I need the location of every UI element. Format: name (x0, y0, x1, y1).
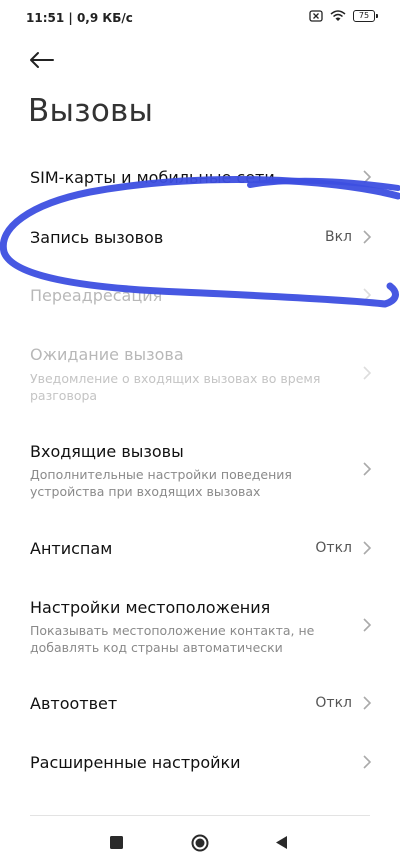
wifi-icon (330, 10, 346, 22)
row-title: Настройки местоположения (30, 598, 271, 617)
row-title: Антиспам (30, 539, 113, 558)
row-title: Переадресация (30, 286, 163, 305)
call-waiting-item[interactable]: Ожидание вызова Уведомление о входящих в… (0, 328, 400, 408)
divider (30, 815, 370, 816)
antispam-item[interactable]: Антиспам Откл (0, 520, 400, 576)
location-settings-item[interactable]: Настройки местоположения Показывать мест… (0, 580, 400, 664)
row-subtitle: Дополнительные настройки поведения устро… (30, 467, 292, 499)
chevron-right-icon (363, 696, 372, 710)
chevron-right-icon (363, 288, 372, 302)
chevron-right-icon (363, 541, 372, 555)
row-value: Вкл (324, 229, 352, 245)
incoming-calls-item[interactable]: Входящие вызовы Дополнительные настройки… (0, 424, 400, 506)
battery-icon: 75 (353, 10, 378, 22)
status-icons: 75 (309, 10, 378, 22)
chevron-right-icon (363, 618, 372, 632)
no-sim-icon (309, 10, 323, 22)
row-title: Запись вызовов (30, 228, 164, 247)
row-title: Расширенные настройки (30, 753, 241, 772)
row-title: SIM-карты и мобильные сети (30, 168, 275, 187)
auto-answer-item[interactable]: Автоответ Откл (0, 676, 400, 732)
advanced-settings-item[interactable]: Расширенные настройки (0, 736, 400, 792)
chevron-right-icon (363, 755, 372, 769)
back-button[interactable] (28, 48, 58, 72)
row-title: Ожидание вызова (30, 345, 184, 364)
chevron-right-icon (363, 366, 372, 380)
call-recording-item[interactable]: Запись вызовов Вкл (0, 210, 400, 266)
arrow-left-icon (30, 52, 54, 68)
row-title: Входящие вызовы (30, 442, 184, 461)
chevron-right-icon (363, 462, 372, 476)
status-bar: 11:51 | 0,9 КБ/с 75 (0, 0, 400, 36)
sim-cards-item[interactable]: SIM-карты и мобильные сети (0, 150, 400, 206)
row-title: Автоответ (30, 694, 118, 713)
call-forwarding-item[interactable]: Переадресация (0, 268, 400, 324)
home-button[interactable] (191, 834, 209, 852)
row-subtitle: Уведомление о входящих вызовах во время … (30, 371, 321, 403)
chevron-right-icon (363, 170, 372, 184)
chevron-right-icon (363, 230, 372, 244)
page-title: Вызовы (28, 93, 154, 129)
clock: 11:51 (26, 11, 65, 25)
back-nav-button[interactable] (275, 835, 288, 850)
row-value: Откл (315, 695, 352, 711)
row-value: Откл (315, 540, 352, 556)
status-time: 11:51 | 0,9 КБ/с (26, 11, 133, 25)
network-speed: | 0,9 КБ/с (68, 11, 133, 25)
recents-button[interactable] (110, 836, 123, 849)
row-subtitle: Показывать местоположение контакта, не д… (30, 623, 315, 655)
navigation-bar (0, 820, 400, 867)
